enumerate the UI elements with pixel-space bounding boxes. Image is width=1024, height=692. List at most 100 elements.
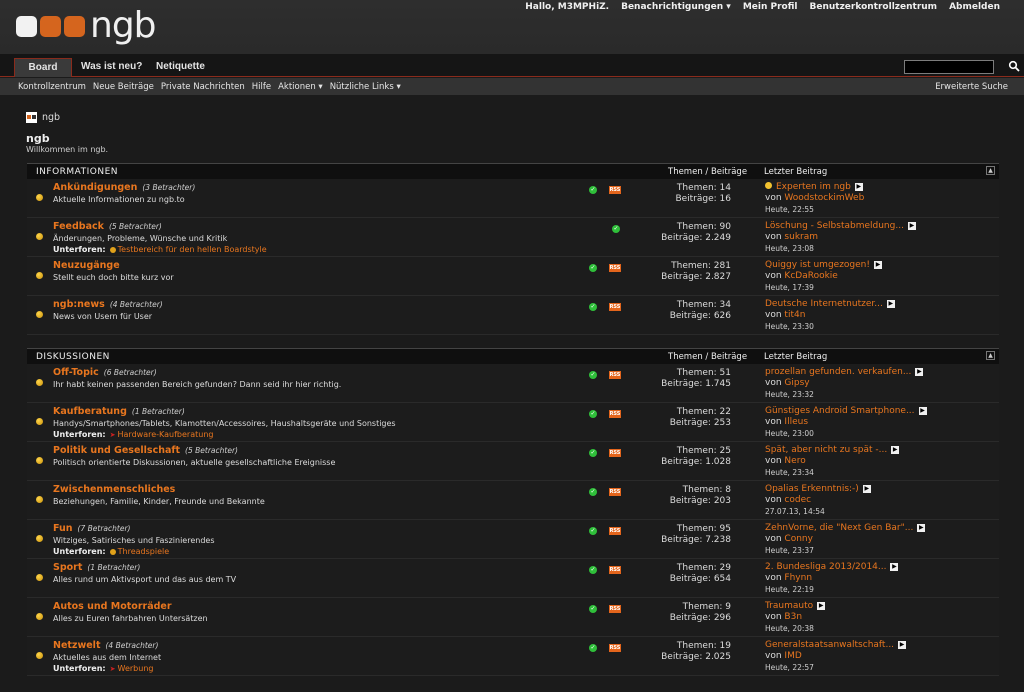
search-input[interactable] — [904, 60, 994, 74]
go-to-post-icon[interactable]: ▶ — [886, 299, 895, 308]
last-post-title-link[interactable]: Traumauto — [765, 601, 813, 611]
search-icon[interactable] — [1008, 60, 1020, 72]
author-link[interactable]: B3n — [784, 612, 802, 622]
forum-title-link[interactable]: ngb:news — [53, 299, 105, 310]
forum-row[interactable]: Zwischenmenschliches Beziehungen, Familie… — [27, 481, 999, 520]
author-link[interactable]: codec — [784, 495, 811, 505]
tab-whats-new[interactable]: Was ist neu? — [73, 58, 150, 77]
forum-title-link[interactable]: Ankündigungen — [53, 182, 137, 193]
rss-feed-icon[interactable]: RSS — [609, 644, 621, 652]
go-to-post-icon[interactable]: ▶ — [907, 221, 916, 230]
notifications-menu[interactable]: Benachrichtigungen — [621, 2, 731, 12]
forum-row[interactable]: Sport (1 Betrachter) Alles rund um Aktivsp… — [27, 559, 999, 598]
last-post-title[interactable]: Opalias Erkenntnis:-) ▶ — [765, 484, 985, 495]
last-post-title[interactable]: Günstiges Android Smartphone... ▶ — [765, 406, 985, 417]
go-to-post-icon[interactable]: ▶ — [862, 484, 871, 493]
last-post-title-link[interactable]: Opalias Erkenntnis:-) — [765, 484, 859, 494]
forum-row[interactable]: Autos und Motorräder Alles zu Euren fahrb… — [27, 598, 999, 637]
rss-feed-icon[interactable]: RSS — [609, 449, 621, 457]
subnav-new-posts[interactable]: Neue Beiträge — [93, 82, 154, 92]
forum-title-link[interactable]: Kaufberatung — [53, 406, 127, 417]
category-name[interactable]: INFORMATIONEN — [36, 167, 118, 177]
category-name[interactable]: DISKUSSIONEN — [36, 352, 110, 362]
forum-row[interactable]: Ankündigungen (3 Betrachter) Aktuelle Info… — [27, 179, 999, 218]
tab-netiquette[interactable]: Netiquette — [148, 58, 213, 77]
last-post-title-link[interactable]: Quiggy ist umgezogen! — [765, 260, 870, 270]
last-post-title-link[interactable]: Deutsche Internetnutzer... — [765, 299, 883, 309]
rss-feed-icon[interactable]: RSS — [609, 605, 621, 613]
forum-title[interactable]: Kaufberatung (1 Betrachter) — [53, 406, 185, 417]
collapse-icon[interactable]: ▲ — [986, 351, 995, 360]
rss-feed-icon[interactable]: RSS — [609, 410, 621, 418]
subnav-help[interactable]: Hilfe — [252, 82, 271, 92]
forum-title-link[interactable]: Fun — [53, 523, 73, 534]
last-post-title-link[interactable]: Spät, aber nicht zu spät -... — [765, 445, 887, 455]
forum-title[interactable]: Politik und Gesellschaft (5 Betrachter) — [53, 445, 238, 456]
rss-feed-icon[interactable]: RSS — [609, 186, 621, 194]
author-link[interactable]: Gipsy — [784, 378, 809, 388]
go-to-post-icon[interactable]: ▶ — [891, 445, 900, 454]
author-link[interactable]: KcDaRookie — [784, 271, 837, 281]
subnav-control-center[interactable]: Kontrollzentrum — [18, 82, 86, 92]
tab-board[interactable]: Board — [14, 58, 72, 77]
rss-feed-icon[interactable]: RSS — [609, 566, 621, 574]
author-link[interactable]: Illeus — [784, 417, 808, 427]
author-link[interactable]: Conny — [784, 534, 813, 544]
forum-title-link[interactable]: Netzwelt — [53, 640, 100, 651]
profile-link[interactable]: Mein Profil — [743, 2, 798, 12]
forum-title-link[interactable]: Feedback — [53, 221, 104, 232]
forum-title[interactable]: Fun (7 Betrachter) — [53, 523, 130, 534]
last-post-title-link[interactable]: 2. Bundesliga 2013/2014... — [765, 562, 886, 572]
logout-link[interactable]: Abmelden — [949, 2, 1000, 12]
forum-row[interactable]: Netzwelt (4 Betrachter) Aktuelles aus dem … — [27, 637, 999, 676]
last-post-title-link[interactable]: prozellan gefunden. verkaufen... — [765, 367, 911, 377]
subforum-link[interactable]: Werbung — [118, 664, 154, 673]
ngb-logo[interactable]: ngb — [16, 8, 157, 44]
control-center-link[interactable]: Benutzerkontrollzentrum — [809, 2, 937, 12]
subforum-link[interactable]: Threadspiele — [118, 547, 170, 556]
last-post-title[interactable]: Löschung - Selbstabmeldung... ▶ — [765, 221, 985, 232]
go-to-post-icon[interactable]: ▶ — [817, 601, 826, 610]
last-post-title[interactable]: ZehnVorne, die "Next Gen Bar"... ▶ — [765, 523, 985, 534]
collapse-icon[interactable]: ▲ — [986, 166, 995, 175]
forum-title-link[interactable]: Neuzugänge — [53, 260, 120, 271]
forum-row[interactable]: Feedback (5 Betrachter) Änderungen, Proble… — [27, 218, 999, 257]
forum-title[interactable]: Autos und Motorräder — [53, 601, 172, 612]
last-post-title[interactable]: Traumauto ▶ — [765, 601, 985, 612]
subnav-useful-links[interactable]: Nützliche Links — [330, 82, 401, 92]
go-to-post-icon[interactable]: ▶ — [915, 367, 924, 376]
last-post-title-link[interactable]: Günstiges Android Smartphone... — [765, 406, 915, 416]
rss-feed-icon[interactable]: RSS — [609, 527, 621, 535]
forum-title[interactable]: ngb:news (4 Betrachter) — [53, 299, 163, 310]
go-to-post-icon[interactable]: ▶ — [890, 562, 899, 571]
subnav-private-messages[interactable]: Private Nachrichten — [161, 82, 245, 92]
forum-title-link[interactable]: Zwischenmenschliches — [53, 484, 175, 495]
last-post-title[interactable]: Deutsche Internetnutzer... ▶ — [765, 299, 985, 310]
home-icon[interactable] — [26, 112, 37, 123]
forum-title[interactable]: Neuzugänge — [53, 260, 120, 271]
greeting[interactable]: Hallo, M3MPHiZ. — [525, 2, 609, 12]
last-post-title[interactable]: Generalstaatsanwaltschaft... ▶ — [765, 640, 985, 651]
forum-title[interactable]: Off-Topic (6 Betrachter) — [53, 367, 157, 378]
last-post-title-link[interactable]: Experten im ngb — [776, 182, 851, 192]
last-post-title[interactable]: Experten im ngb ▶ — [765, 182, 985, 193]
forum-row[interactable]: ngb:news (4 Betrachter) News von Usern für… — [27, 296, 999, 335]
last-post-title[interactable]: prozellan gefunden. verkaufen... ▶ — [765, 367, 985, 378]
rss-feed-icon[interactable]: RSS — [609, 488, 621, 496]
breadcrumb-home[interactable]: ngb — [42, 112, 60, 123]
forum-row[interactable]: Fun (7 Betrachter) Witziges, Satirisches u… — [27, 520, 999, 559]
subforum-link[interactable]: Testbereich für den hellen Boardstyle — [118, 245, 267, 254]
last-post-title[interactable]: 2. Bundesliga 2013/2014... ▶ — [765, 562, 985, 573]
forum-row[interactable]: Neuzugänge Stellt euch doch bitte kurz vo… — [27, 257, 999, 296]
last-post-title-link[interactable]: Löschung - Selbstabmeldung... — [765, 221, 904, 231]
rss-feed-icon[interactable]: RSS — [609, 371, 621, 379]
author-link[interactable]: tit4n — [784, 310, 805, 320]
subforum-link[interactable]: Hardware-Kaufberatung — [118, 430, 214, 439]
forum-row[interactable]: Politik und Gesellschaft (5 Betrachter) Po… — [27, 442, 999, 481]
forum-title[interactable]: Feedback (5 Betrachter) — [53, 221, 162, 232]
rss-feed-icon[interactable]: RSS — [609, 264, 621, 272]
subnav-actions[interactable]: Aktionen — [278, 82, 323, 92]
last-post-title-link[interactable]: ZehnVorne, die "Next Gen Bar"... — [765, 523, 913, 533]
forum-title[interactable]: Sport (1 Betrachter) — [53, 562, 140, 573]
forum-row[interactable]: Kaufberatung (1 Betrachter) Handys/Smartph… — [27, 403, 999, 442]
